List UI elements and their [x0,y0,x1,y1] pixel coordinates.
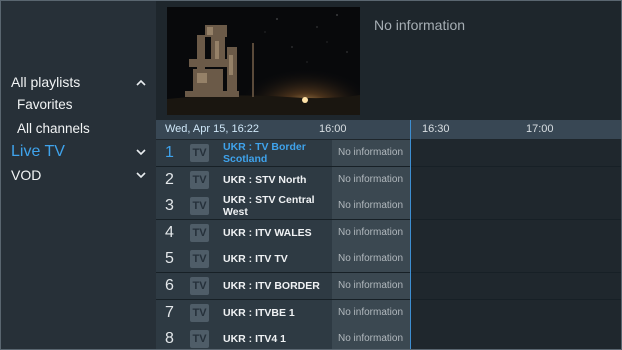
program-title: No information [338,307,404,318]
tv-icon-label: TV [192,174,207,186]
tv-icon-label: TV [192,200,207,212]
tv-icon: TV [190,144,209,162]
current-time-indicator [410,120,411,349]
channel-cell[interactable]: 6 TV UKR : ITV BORDER [156,273,332,299]
channel-row[interactable]: 4 TV UKR : ITV WALES No information [156,220,621,246]
program-cell-empty[interactable] [410,273,621,299]
program-title: No information [338,253,404,264]
program-cell[interactable]: No information [332,167,410,193]
video-preview[interactable] [167,7,360,115]
app-window: All playlists Favorites All channels Liv… [0,0,622,350]
channel-number: 3 [165,197,174,214]
program-cell-empty[interactable] [410,246,621,272]
program-cell[interactable]: No information [332,220,410,246]
program-cell-empty[interactable] [410,220,621,246]
channel-row[interactable]: 6 TV UKR : ITV BORDER No information [156,273,621,299]
channel-name: UKR : ITV TV [223,253,288,265]
sidebar-item-all-channels[interactable]: All channels [17,121,148,136]
program-cell-empty[interactable] [410,167,621,193]
tv-icon-label: TV [192,253,207,265]
program-cell[interactable]: No information [332,246,410,272]
channel-number: 5 [165,250,174,267]
time-label: 16:00 [319,123,347,135]
sidebar-item-all-playlists[interactable]: All playlists [11,74,148,90]
channel-cell[interactable]: 1 TV UKR : TV Border Scotland [156,140,332,166]
time-label: 16:30 [422,123,450,135]
tv-icon: TV [190,197,209,215]
channel-number: 1 [165,144,174,161]
tv-icon-label: TV [192,307,207,319]
program-title: No information [338,280,404,291]
sidebar-item-label: Live TV [11,143,65,160]
time-label: 17:00 [526,123,554,135]
channel-name: UKR : STV North [223,174,307,186]
program-title: No information [338,200,404,211]
program-cell[interactable]: No information [332,300,410,326]
channel-number: 7 [165,304,174,321]
channel-row[interactable]: 2 TV UKR : STV North No information [156,167,621,193]
channel-name: UKR : STV Central West [223,194,315,218]
program-info-text: No information [374,17,466,33]
program-cell-empty[interactable] [410,300,621,326]
tv-icon: TV [190,250,209,268]
program-cell[interactable]: No information [332,326,410,349]
program-cell-empty[interactable] [410,326,621,349]
sidebar-item-vod[interactable]: VOD [11,167,148,183]
chevron-down-icon [134,145,148,159]
program-title: No information [338,174,404,185]
chevron-up-icon [134,75,148,89]
sidebar: All playlists Favorites All channels Liv… [1,1,156,349]
video-frame-image [167,7,360,115]
channel-number: 4 [165,224,174,241]
tv-icon: TV [190,171,209,189]
program-cell-empty[interactable] [410,140,621,166]
program-title: No information [338,333,404,344]
channel-row[interactable]: 5 TV UKR : ITV TV No information [156,246,621,272]
current-datetime: Wed, Apr 15, 16:22 [165,123,259,135]
channel-cell[interactable]: 3 TV UKR : STV Central West [156,193,332,219]
channel-cell[interactable]: 2 TV UKR : STV North [156,167,332,193]
tv-icon-label: TV [192,227,207,239]
sidebar-item-label: All channels [17,121,90,136]
channel-cell[interactable]: 8 TV UKR : ITV4 1 [156,326,332,349]
channel-cell[interactable]: 7 TV UKR : ITVBE 1 [156,300,332,326]
chevron-down-icon [134,168,148,182]
program-title: No information [338,147,404,158]
tv-icon-label: TV [192,280,207,292]
channel-number: 6 [165,277,174,294]
epg-timeline: Wed, Apr 15, 16:22 16:00 16:30 17:00 [156,120,621,139]
channel-row[interactable]: 1 TV UKR : TV Border Scotland No informatio… [156,140,621,166]
channel-row[interactable]: 8 TV UKR : ITV4 1 No information [156,326,621,349]
channel-cell[interactable]: 4 TV UKR : ITV WALES [156,220,332,246]
channel-name: UKR : ITVBE 1 [223,307,295,319]
channel-name: UKR : ITV4 1 [223,333,287,345]
sidebar-item-live-tv[interactable]: Live TV [11,143,148,161]
sidebar-item-label: All playlists [11,74,81,90]
tv-icon-label: TV [192,333,207,345]
channel-row[interactable]: 3 TV UKR : STV Central West No information [156,193,621,219]
program-cell[interactable]: No information [332,140,410,166]
tv-icon-label: TV [192,147,207,159]
channel-number: 2 [165,171,174,188]
sidebar-item-label: VOD [11,167,42,183]
channel-name: UKR : ITV WALES [223,227,312,239]
program-title: No information [338,227,404,238]
channel-name: UKR : ITV BORDER [223,280,320,292]
sidebar-item-favorites[interactable]: Favorites [17,97,148,112]
tv-icon: TV [190,277,209,295]
tv-icon: TV [190,304,209,322]
tv-icon: TV [190,330,209,348]
program-cell[interactable]: No information [332,273,410,299]
tv-icon: TV [190,224,209,242]
program-cell[interactable]: No information [332,193,410,219]
channel-name: UKR : TV Border Scotland [223,141,306,165]
sidebar-item-label: Favorites [17,97,73,112]
channel-row[interactable]: 7 TV UKR : ITVBE 1 No information [156,300,621,326]
channel-number: 8 [165,330,174,347]
program-cell-empty[interactable] [410,193,621,219]
channel-cell[interactable]: 5 TV UKR : ITV TV [156,246,332,272]
